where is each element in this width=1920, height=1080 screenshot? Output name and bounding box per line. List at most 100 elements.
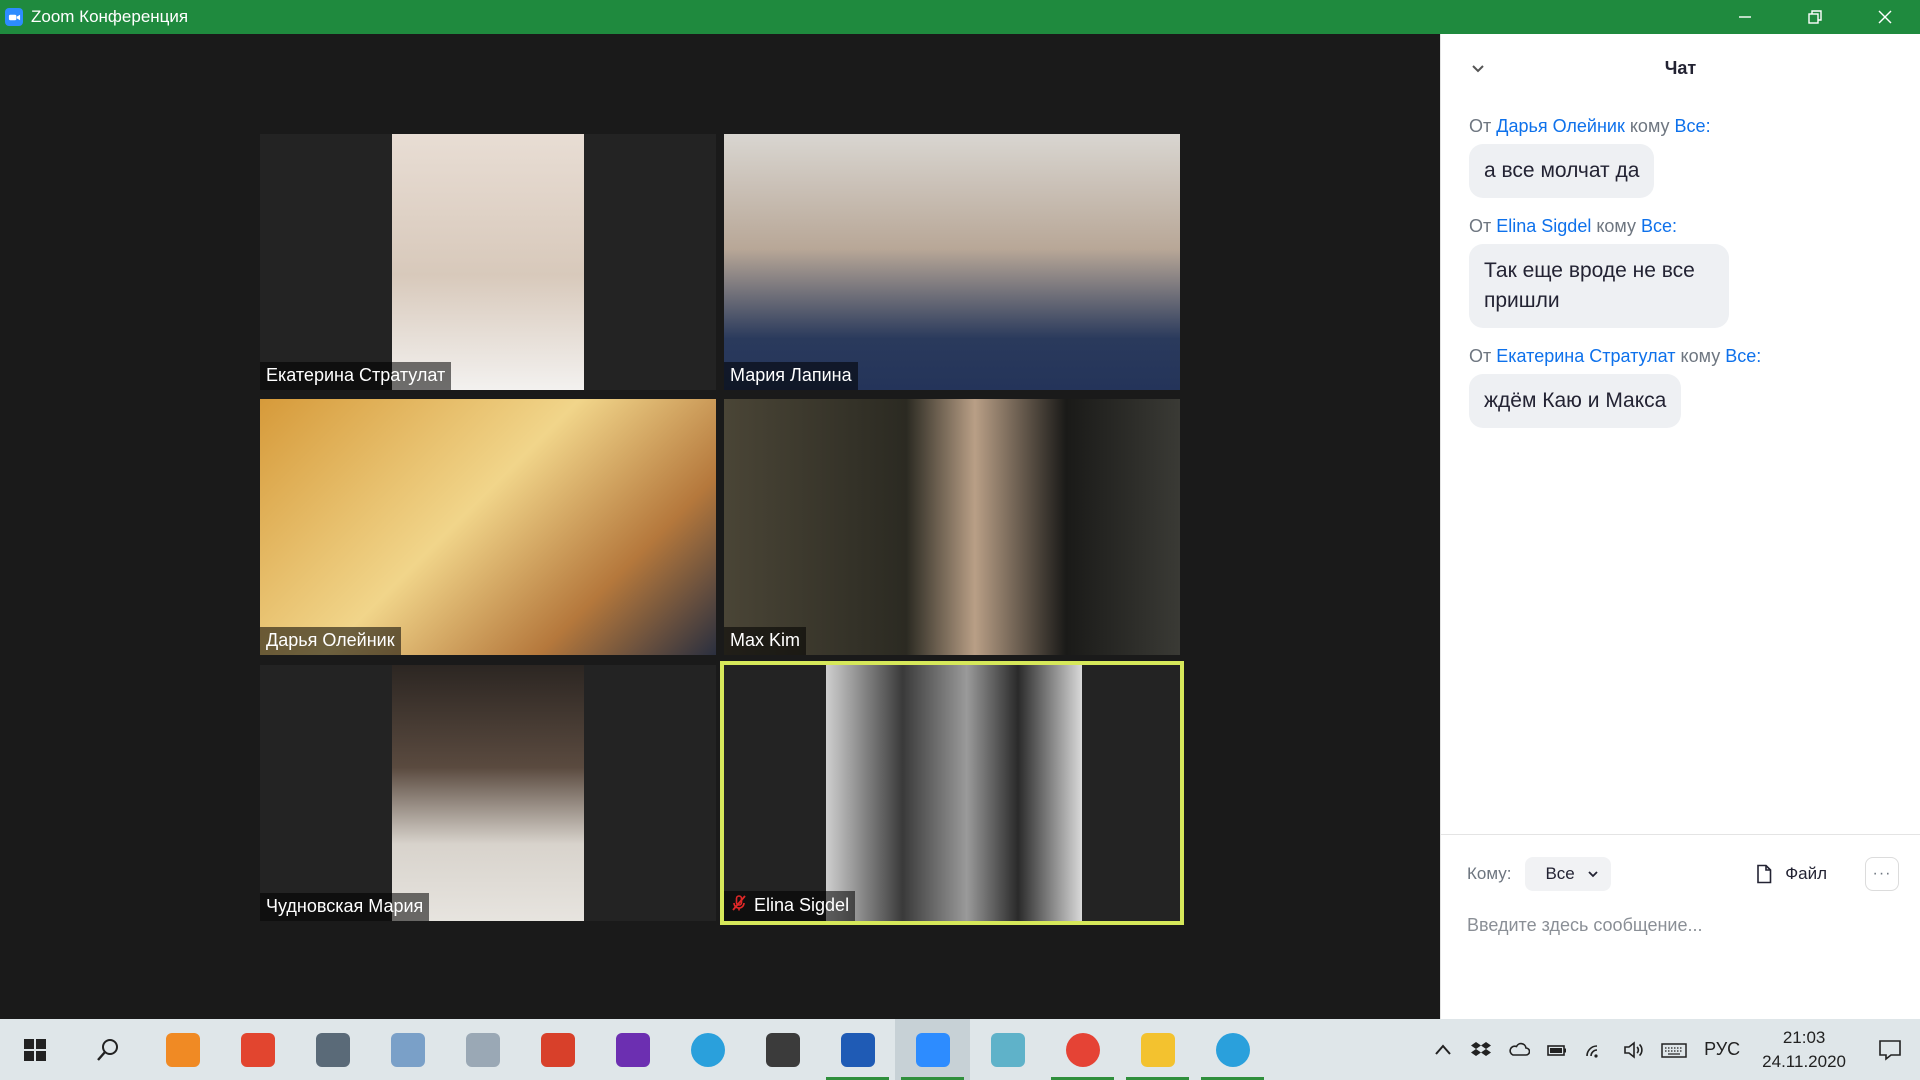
- chevron-up-icon[interactable]: [1424, 1019, 1462, 1080]
- chrome-icon: [1065, 1032, 1100, 1067]
- participant-video: [260, 399, 716, 655]
- wifi-icon[interactable]: [1576, 1019, 1614, 1080]
- taskbar: РУС 21:03 24.11.2020: [0, 1019, 1920, 1080]
- minimize-button[interactable]: [1710, 0, 1780, 34]
- taskbar-app[interactable]: [295, 1019, 370, 1080]
- taskbar-app[interactable]: [220, 1019, 295, 1080]
- video-tile[interactable]: Мария Лапина: [724, 134, 1180, 390]
- recipient-value: Все: [1545, 864, 1575, 883]
- chevron-down-icon[interactable]: [1469, 60, 1487, 78]
- volume-icon[interactable]: [1614, 1019, 1652, 1080]
- system-tray: РУС 21:03 24.11.2020: [1424, 1019, 1920, 1080]
- video-gallery: Екатерина Стратулат Мария Лапина Дарья О…: [0, 34, 1440, 1019]
- zoom-icon: [5, 8, 23, 26]
- notifications-button[interactable]: [1860, 1019, 1920, 1080]
- message-meta: От Дарья Олейник кому Все:: [1469, 116, 1711, 136]
- search-icon: [96, 1038, 118, 1061]
- taskbar-app[interactable]: [970, 1019, 1045, 1080]
- settings-icon: [765, 1032, 800, 1067]
- chat-header: Чат: [1441, 34, 1920, 102]
- message-input[interactable]: [1467, 905, 1899, 945]
- taskbar-app[interactable]: [1195, 1019, 1270, 1080]
- paint-icon: [390, 1032, 425, 1067]
- taskbar-app[interactable]: [670, 1019, 745, 1080]
- chat-composer: Кому: Все Файл ···: [1441, 834, 1920, 1019]
- taskbar-app[interactable]: [445, 1019, 520, 1080]
- chevron-down-icon: [1588, 871, 1598, 878]
- file-label: Файл: [1785, 864, 1827, 883]
- chat-panel: Чат От Дарья Олейник кому Все: а все мол…: [1440, 34, 1920, 1019]
- taskbar-app[interactable]: [895, 1019, 970, 1080]
- participant-name: Екатерина Стратулат: [260, 362, 452, 390]
- taskbar-app[interactable]: [370, 1019, 445, 1080]
- maps-icon: [165, 1032, 200, 1067]
- recipient-dropdown[interactable]: Все: [1525, 857, 1611, 891]
- notification-icon: [1879, 1039, 1901, 1061]
- chat-message: От Екатерина Стратулат кому Все: ждём Ка…: [1469, 344, 1892, 428]
- chat-title: Чат: [1664, 57, 1697, 78]
- taskbar-app[interactable]: [520, 1019, 595, 1080]
- participant-video: [392, 134, 584, 390]
- message-bubble: ждём Каю и Макса: [1469, 374, 1682, 428]
- onedrive-icon[interactable]: [1500, 1019, 1538, 1080]
- more-options-button[interactable]: ···: [1865, 857, 1899, 891]
- participant-name: Max Kim: [724, 627, 807, 655]
- visual-studio-icon: [615, 1032, 650, 1067]
- recipient-link[interactable]: Все:: [1641, 216, 1677, 236]
- recipient-link[interactable]: Все:: [1675, 116, 1711, 136]
- taskbar-app[interactable]: [145, 1019, 220, 1080]
- taskbar-app[interactable]: [1045, 1019, 1120, 1080]
- sender-link[interactable]: Elina Sigdel: [1496, 216, 1591, 236]
- message-meta: От Elina Sigdel кому Все:: [1469, 216, 1678, 236]
- word-icon: [840, 1032, 875, 1067]
- participant-name: Мария Лапина: [724, 362, 858, 390]
- taskbar-app[interactable]: [820, 1019, 895, 1080]
- video-tile-active-speaker[interactable]: Elina Sigdel: [720, 661, 1184, 925]
- window-title: Zoom Конференция: [31, 7, 189, 26]
- message-bubble: Так еще вроде не все пришли: [1469, 244, 1729, 328]
- video-tile[interactable]: Дарья Олейник: [260, 399, 716, 655]
- start-button[interactable]: [0, 1019, 70, 1080]
- zoom-icon: [915, 1032, 950, 1067]
- clock[interactable]: 21:03 24.11.2020: [1748, 1026, 1860, 1074]
- sender-link[interactable]: Дарья Олейник: [1496, 116, 1625, 136]
- search-button[interactable]: [70, 1019, 145, 1080]
- translator-icon: [465, 1032, 500, 1067]
- sender-link[interactable]: Екатерина Стратулат: [1496, 346, 1675, 366]
- battery-icon[interactable]: [1538, 1019, 1576, 1080]
- participant-name: Elina Sigdel: [724, 891, 856, 921]
- participant-video: [724, 399, 1180, 655]
- telegram-icon: [690, 1032, 725, 1067]
- participant-video: [724, 134, 1180, 390]
- close-button[interactable]: [1850, 0, 1920, 34]
- video-tile[interactable]: Max Kim: [724, 399, 1180, 655]
- pinned-apps: [145, 1019, 1270, 1080]
- dropbox-icon[interactable]: [1462, 1019, 1500, 1080]
- to-label: Кому:: [1467, 864, 1512, 883]
- keyboard-icon[interactable]: [1652, 1019, 1696, 1080]
- chat-messages: От Дарья Олейник кому Все: а все молчат …: [1441, 114, 1920, 428]
- language-indicator[interactable]: РУС: [1696, 1019, 1748, 1080]
- taskbar-app[interactable]: [1120, 1019, 1195, 1080]
- file-icon: [1757, 864, 1772, 884]
- clock-date: 24.11.2020: [1762, 1051, 1846, 1071]
- message-bubble: а все молчат да: [1469, 144, 1655, 198]
- taskbar-app[interactable]: [745, 1019, 820, 1080]
- restore-button[interactable]: [1780, 0, 1850, 34]
- file-explorer-icon: [1140, 1032, 1175, 1067]
- file-button[interactable]: Файл: [1755, 864, 1827, 884]
- recipient-link[interactable]: Все:: [1725, 346, 1761, 366]
- participant-video: [826, 665, 1082, 921]
- chat-message: От Дарья Олейник кому Все: а все молчат …: [1469, 114, 1892, 198]
- snipping-tool-icon: [240, 1032, 275, 1067]
- video-tile[interactable]: Екатерина Стратулат: [260, 134, 716, 390]
- title-bar: Zoom Конференция: [0, 0, 1920, 34]
- participant-video: [392, 665, 584, 921]
- taskbar-app[interactable]: [595, 1019, 670, 1080]
- microphone-muted-icon: [730, 894, 748, 917]
- clock-time: 21:03: [1782, 1027, 1826, 1047]
- notes-icon: [990, 1032, 1025, 1067]
- video-tile[interactable]: Чудновская Мария: [260, 665, 716, 921]
- participant-name: Чудновская Мария: [260, 893, 430, 921]
- telegram-icon: [1215, 1032, 1250, 1067]
